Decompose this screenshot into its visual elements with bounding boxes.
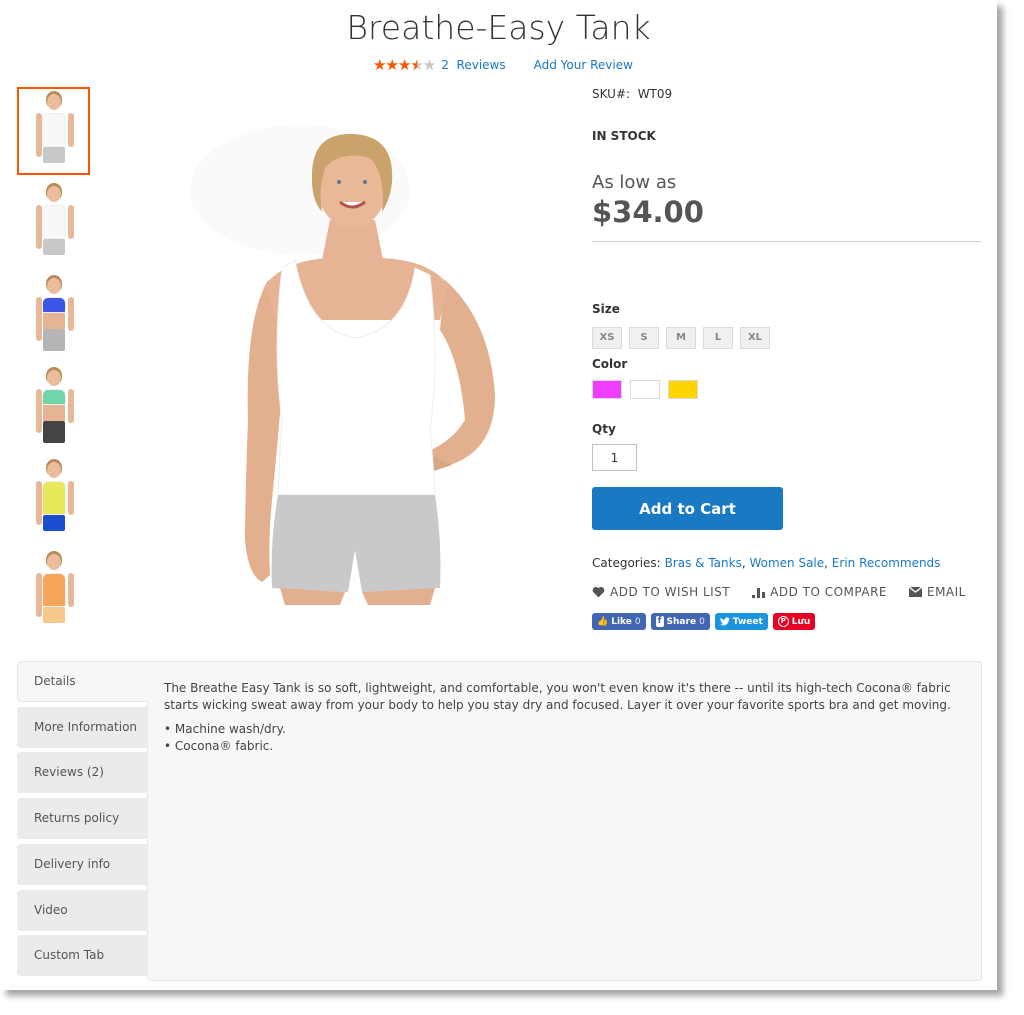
product-photo bbox=[190, 125, 495, 605]
facebook-like-button[interactable]: 👍 Like 0 bbox=[592, 613, 646, 630]
thumbnail-figure bbox=[34, 459, 74, 541]
product-page: Breathe-Easy Tank ★★★★★ ★★★★★ 2 Reviews … bbox=[0, 0, 997, 990]
category-link[interactable]: Bras & Tanks bbox=[665, 556, 742, 570]
twitter-tweet-button[interactable]: Tweet bbox=[714, 613, 768, 630]
product-title: Breathe-Easy Tank bbox=[346, 8, 651, 47]
thumbnail-figure bbox=[34, 551, 74, 633]
qty-input[interactable] bbox=[592, 444, 637, 471]
facebook-icon: f bbox=[655, 616, 664, 627]
share-count: 0 bbox=[699, 616, 705, 627]
main-product-image[interactable] bbox=[190, 120, 540, 605]
thumbnail-figure bbox=[34, 275, 74, 357]
product-actions: ADD TO WISH LIST ADD TO COMPARE EMAIL bbox=[592, 585, 966, 599]
size-option-m[interactable]: M bbox=[666, 327, 696, 349]
compare-label: ADD TO COMPARE bbox=[770, 585, 887, 599]
qty-label: Qty bbox=[592, 422, 616, 436]
color-swatch[interactable] bbox=[668, 380, 698, 399]
email-label: EMAIL bbox=[927, 585, 966, 599]
add-to-compare-button[interactable]: ADD TO COMPARE bbox=[752, 585, 887, 599]
thumbnail-yellow-tee[interactable] bbox=[17, 455, 90, 543]
description-bullet: Cocona® fabric. bbox=[164, 738, 964, 755]
sku-label: SKU#: bbox=[592, 87, 631, 101]
color-swatch[interactable] bbox=[630, 380, 660, 399]
pinterest-save-button[interactable]: P Lưu bbox=[772, 613, 816, 630]
compare-bars-icon bbox=[752, 588, 766, 598]
size-options: XS S M L XL bbox=[592, 327, 770, 349]
star-filled-icons: ★★★★★ bbox=[373, 57, 417, 73]
add-to-cart-button[interactable]: Add to Cart bbox=[592, 487, 783, 530]
description-bullets: Machine wash/dry. Cocona® fabric. bbox=[164, 721, 964, 755]
color-swatch[interactable] bbox=[592, 380, 622, 399]
heart-icon bbox=[592, 586, 605, 598]
add-review-link[interactable]: Add Your Review bbox=[534, 58, 633, 72]
thumbnail-figure bbox=[34, 183, 74, 265]
product-tabs: Details More Information Reviews (2) Return… bbox=[17, 661, 982, 981]
size-option-l[interactable]: L bbox=[703, 327, 733, 349]
tab-more-information[interactable]: More Information bbox=[17, 706, 148, 748]
description-paragraph: The Breathe Easy Tank is so soft, lightw… bbox=[164, 681, 951, 712]
social-buttons: 👍 Like 0 f Share 0 Tweet P Lưu bbox=[592, 613, 816, 630]
price-prefix: As low as bbox=[592, 172, 677, 193]
size-option-s[interactable]: S bbox=[629, 327, 659, 349]
color-options bbox=[592, 380, 698, 399]
reviews-link[interactable]: 2 Reviews bbox=[441, 58, 505, 72]
facebook-share-button[interactable]: f Share 0 bbox=[650, 613, 710, 630]
sku-value: WT09 bbox=[637, 87, 673, 101]
like-count: 0 bbox=[634, 616, 641, 627]
rating-stars: ★★★★★ ★★★★★ bbox=[373, 57, 436, 73]
size-option-xs[interactable]: XS bbox=[592, 327, 622, 349]
thumbs-up-icon: 👍 bbox=[597, 616, 609, 627]
description-bullet: Machine wash/dry. bbox=[164, 721, 964, 738]
price: $34.00 bbox=[592, 195, 704, 229]
pinterest-icon: P bbox=[777, 616, 789, 627]
category-link[interactable]: Erin Recommends bbox=[832, 556, 941, 570]
thumbnail-white-tank-front[interactable] bbox=[17, 87, 90, 175]
tab-returns-policy[interactable]: Returns policy bbox=[17, 798, 148, 840]
reviews-label: Reviews bbox=[456, 58, 506, 72]
categories: Categories: Bras & Tanks, Women Sale, Er… bbox=[592, 556, 941, 570]
add-to-wishlist-button[interactable]: ADD TO WISH LIST bbox=[592, 585, 730, 599]
tab-reviews-2[interactable]: Reviews (2) bbox=[17, 752, 148, 794]
tab-custom-tab[interactable]: Custom Tab bbox=[17, 935, 148, 977]
stock-status: IN STOCK bbox=[592, 129, 656, 143]
envelope-icon bbox=[909, 587, 922, 597]
reviews-count: 2 bbox=[441, 58, 449, 72]
thumbnail-mint-bra[interactable] bbox=[17, 363, 90, 451]
tab-video[interactable]: Video bbox=[17, 889, 148, 931]
sku: SKU#: WT09 bbox=[592, 87, 672, 101]
tab-delivery-info[interactable]: Delivery info bbox=[17, 843, 148, 885]
like-label: Like bbox=[611, 616, 632, 627]
wishlist-label: ADD TO WISH LIST bbox=[610, 585, 731, 599]
tweet-label: Tweet bbox=[732, 616, 763, 627]
thumbnail-blue-bra[interactable] bbox=[17, 271, 90, 359]
product-description: The Breathe Easy Tank is so soft, lightw… bbox=[164, 680, 964, 755]
thumbnail-figure bbox=[34, 367, 74, 449]
category-link[interactable]: Women Sale bbox=[749, 556, 824, 570]
gallery-thumbnails bbox=[17, 87, 90, 639]
twitter-bird-icon bbox=[719, 617, 730, 626]
color-label: Color bbox=[592, 357, 628, 371]
share-label: Share bbox=[666, 616, 697, 627]
thumbnail-white-tank-back[interactable] bbox=[17, 179, 90, 267]
rating-summary: ★★★★★ ★★★★★ 2 Reviews Add Your Review bbox=[373, 57, 633, 73]
thumbnail-figure bbox=[34, 91, 74, 173]
thumbnail-orange-tank[interactable] bbox=[17, 547, 90, 635]
tab-details[interactable]: Details bbox=[17, 661, 148, 702]
pin-label: Lưu bbox=[791, 616, 811, 627]
categories-label: Categories: bbox=[592, 556, 661, 570]
email-button[interactable]: EMAIL bbox=[909, 585, 966, 599]
divider bbox=[592, 241, 981, 242]
size-label: Size bbox=[592, 302, 620, 316]
size-option-xl[interactable]: XL bbox=[740, 327, 770, 349]
